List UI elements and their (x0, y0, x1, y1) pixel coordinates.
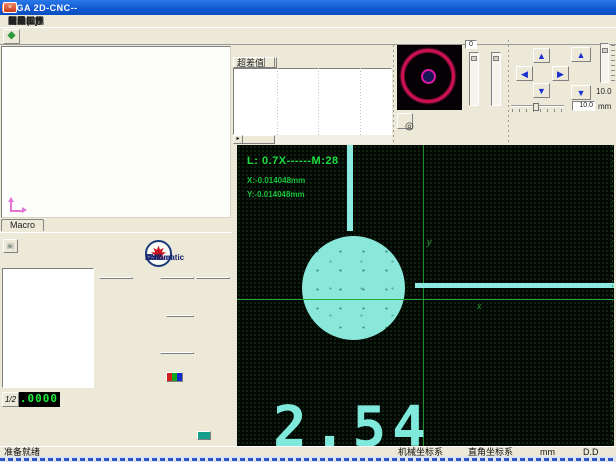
teal-indicator-button[interactable] (197, 431, 211, 440)
four-dots-tool[interactable]: ∷ (196, 277, 230, 279)
stage-marking-digits: 2.54 (273, 400, 432, 446)
close-button[interactable]: × (3, 2, 17, 13)
color-settings-button[interactable] (166, 372, 183, 382)
slider-thumb[interactable] (493, 56, 499, 61)
light-slider-1[interactable] (469, 52, 479, 106)
tab[interactable]: Macro (1, 219, 44, 231)
slot-tool[interactable]: ▱ (99, 277, 133, 279)
z-step-field[interactable]: 10.0 (572, 101, 595, 111)
slider-thumb[interactable] (602, 48, 608, 53)
logo-text: CNC (145, 253, 162, 263)
table-h-scrollbar[interactable]: ◂ ▸ (233, 135, 392, 144)
scroll-right-icon[interactable]: ▸ (233, 135, 243, 144)
z-slider-ticks (611, 45, 615, 81)
menu-bar: 文件(F)编辑(E)测量坐标系统公差标注图形操作工件程序参数设置辅助工具帮助(H… (0, 15, 616, 28)
application-window: MEGA 2D-CNC-- _ □ × 文件(F)编辑(E)测量坐标系统公差标注… (0, 0, 616, 462)
stage-track-vertical (347, 145, 353, 231)
panel-divider (393, 45, 394, 144)
jog-right-button[interactable]: ▶ (552, 66, 569, 81)
a-mini-button[interactable]: a (166, 315, 194, 317)
z-speed-slider[interactable] (600, 43, 609, 83)
axis-x-label: x (477, 301, 482, 311)
column-divider (318, 68, 319, 135)
title-bar: MEGA 2D-CNC-- _ □ × (0, 0, 616, 15)
menu-item[interactable]: 帮助(H) (3, 15, 44, 27)
lens-readout: L: 0.7X------M:28 (247, 155, 339, 167)
tolerance-icon[interactable]: ◆ (3, 29, 20, 44)
x-position-readout: X:-0.014048mm (247, 176, 305, 185)
column-divider (277, 68, 278, 135)
column-divider (360, 68, 361, 135)
z-up-button[interactable]: ▲ (571, 47, 591, 62)
graphics-canvas[interactable] (1, 46, 231, 218)
rotate-tool[interactable]: ↺ (160, 277, 194, 279)
stage-track-horizontal (415, 283, 614, 288)
measured-circle-feature (302, 236, 405, 340)
ring-light-preview (397, 45, 462, 110)
auto-focus-button[interactable]: ⌖ (160, 352, 194, 354)
jog-up-button[interactable]: ▲ (533, 48, 550, 63)
results-table-body[interactable] (233, 68, 392, 135)
toolbar: ▢▤◫✚◎⊕[A]↶↷◺∿HI⊙⊘⌒◆ (0, 28, 616, 45)
axis-y-label: y (427, 237, 432, 247)
ring-light-inner-circle (421, 69, 436, 84)
jog-left-button[interactable]: ◀ (516, 66, 533, 81)
ring-light-outer-button[interactable]: ◎ (397, 113, 413, 129)
z-down-button[interactable]: ▼ (571, 85, 591, 100)
table-header-cell[interactable]: 超差值 (233, 57, 265, 68)
slider-thumb[interactable] (471, 56, 477, 61)
z-unit-label: mm (598, 102, 611, 111)
y-position-readout: Y:-0.014048mm (247, 190, 305, 199)
light-level-field[interactable]: 0 (465, 40, 477, 49)
slider-thumb[interactable] (533, 103, 539, 111)
panel-divider (508, 40, 509, 142)
video-viewport[interactable]: L: 0.7X------M:28 X:-0.014048mm Y:-0.014… (237, 145, 614, 446)
video-edge-marks (612, 145, 613, 446)
stop-button[interactable]: ▣ (3, 239, 18, 253)
half-button[interactable]: 1/2 (2, 392, 19, 407)
axis-origin-icon (6, 197, 24, 215)
crosshair-horizontal (237, 299, 614, 300)
z-step-label: 10.0 (596, 87, 612, 96)
jog-down-button[interactable]: ▼ (533, 83, 550, 98)
feature-list[interactable] (2, 268, 94, 388)
light-slider-2[interactable] (491, 52, 501, 106)
jog-speed-slider[interactable] (511, 103, 564, 112)
status-bar: 准备就绪 机械坐标系 直角坐标系 mm D.D (0, 446, 616, 456)
brand-logo: AutomaticManualCNC (145, 236, 231, 270)
bottom-marquee-strip (0, 456, 616, 462)
